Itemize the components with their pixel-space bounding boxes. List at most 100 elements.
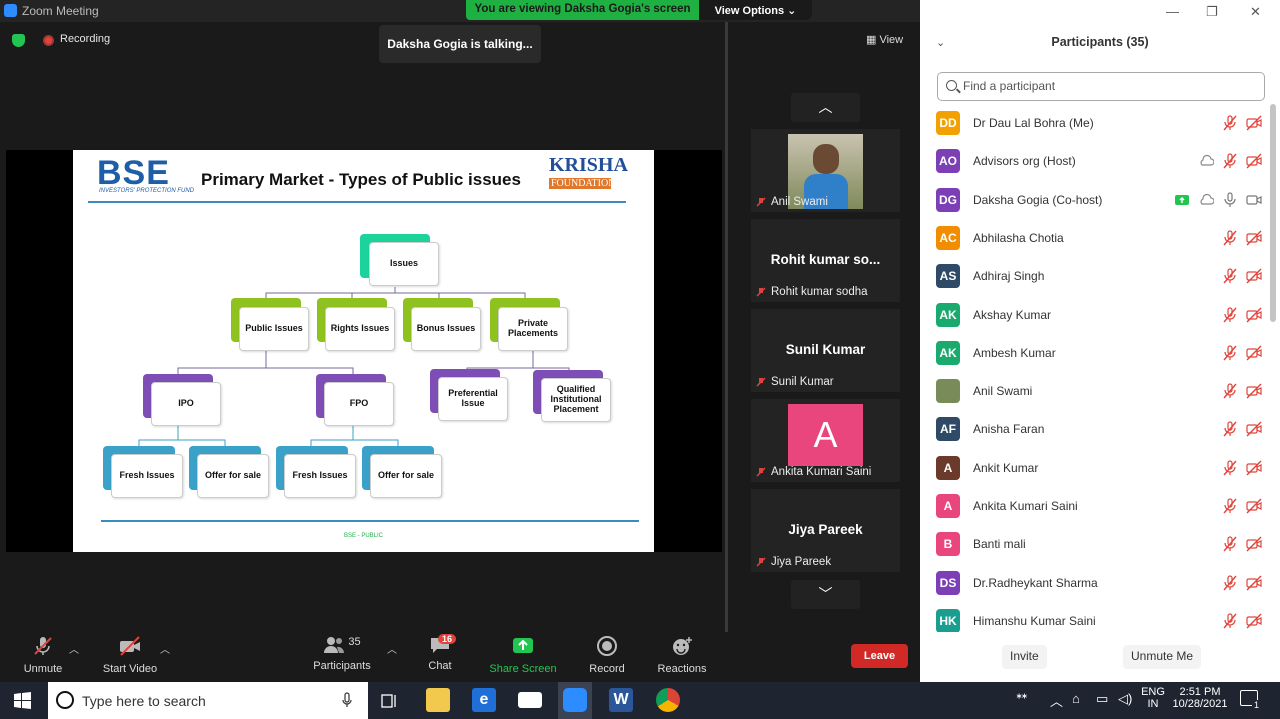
video-tile-big-name: Rohit kumar so... [770,252,881,267]
edge-browser-icon[interactable]: e [472,688,496,712]
participant-row[interactable]: A Ankit Kumar [936,449,1266,487]
video-tile-big-name: Sunil Kumar [785,342,866,357]
muted-mic-icon [1223,421,1237,437]
participant-row[interactable]: AS Adhiraj Singh [936,257,1266,295]
video-tile[interactable]: Jiya Pareek Jiya Pareek [751,489,900,572]
taskbar-search-box[interactable]: Type here to search [48,682,368,719]
windows-taskbar: Type here to search e W ᕯ ︿ ⌂ ▭ ◁) ENG IN… [0,682,1280,719]
video-off-icon [1246,421,1262,437]
participant-name: Dr Dau Lal Bohra (Me) [973,116,1094,130]
panel-divider-handle[interactable] [725,22,728,632]
participant-name: Akshay Kumar [973,307,1052,322]
video-tile[interactable]: Rohit kumar so... Rohit kumar sodha [751,219,900,302]
participant-row[interactable]: AO Advisors org (Host) [936,142,1266,180]
participant-row[interactable]: HK Himanshu Kumar Saini [936,602,1266,632]
participant-row[interactable]: DG Daksha Gogia (Co-host) [936,181,1266,219]
participant-name: Ankita Kumari Saini [973,499,1078,513]
minimize-window-icon[interactable]: — [1166,4,1179,19]
participants-options-caret-icon[interactable]: ︿ [387,641,397,656]
scroll-up-button[interactable]: ︿ [791,93,860,122]
participant-row[interactable]: A Ankita Kumari Saini [936,487,1266,525]
start-video-button[interactable]: Start Video [98,636,162,675]
network-icon[interactable]: ⌂ [1072,691,1080,706]
volume-icon[interactable]: ◁) [1118,691,1132,707]
muted-mic-icon [756,467,766,477]
unmute-me-button[interactable]: Unmute Me [1123,645,1202,669]
muted-mic-icon [1223,345,1237,361]
restore-window-icon[interactable]: ❐ [1206,4,1218,20]
video-tile[interactable]: Sunil Kumar Sunil Kumar [751,309,900,392]
view-options-button[interactable]: View Options ⌄ [699,0,812,20]
participant-row[interactable]: AK Ambesh Kumar [936,334,1266,372]
language-indicator[interactable]: ENG IN [1140,686,1166,710]
participant-name: Banti mali [973,537,1026,552]
scroll-down-button[interactable]: ﹀ [791,580,860,609]
muted-mic-icon [1223,153,1237,169]
active-speaker-indicator: Daksha Gogia is talking... [379,25,541,63]
task-view-icon[interactable] [380,692,398,710]
participant-row[interactable]: AF Anisha Faran [936,410,1266,448]
mic-on-icon [1224,191,1236,207]
participant-name: Anisha Faran [973,422,1045,437]
share-screen-icon [513,638,533,653]
participant-row[interactable]: AC Abhilasha Chotia [936,219,1266,257]
chevron-up-icon: ︿ [818,99,833,115]
muted-mic-icon [1223,460,1237,476]
close-window-icon[interactable]: ✕ [1250,4,1261,20]
participant-row[interactable]: AK Akshay Kumar [936,296,1266,334]
video-off-icon [1246,383,1262,399]
notification-count: 1 [1252,700,1262,710]
microphone-icon[interactable] [342,692,352,708]
leave-button[interactable]: Leave [851,644,908,668]
chat-button[interactable]: 16 Chat [420,634,460,672]
view-button[interactable]: ▦ View [866,33,903,46]
muted-mic-icon [1223,383,1237,399]
avatar: HK [936,608,960,632]
participant-name: Anil Swami [973,384,1033,399]
muted-mic-icon [34,637,52,655]
avatar: DS [936,570,960,595]
security-shield-icon[interactable] [12,34,25,47]
battery-icon[interactable]: ▭ [1096,691,1108,707]
participant-row[interactable]: Anil Swami [936,372,1266,410]
zoom-logo-icon [4,4,17,17]
chrome-browser-icon[interactable] [656,688,680,712]
show-hidden-icons-caret-icon[interactable]: ︿ [1050,691,1063,710]
window-title: Zoom Meeting [22,4,99,18]
zoom-taskbar-button[interactable] [558,682,592,719]
video-on-icon [1246,194,1262,205]
avatar [936,379,960,404]
people-icon[interactable]: ᕯ [1016,691,1028,708]
avatar: DD [936,111,960,135]
file-explorer-icon[interactable] [426,688,450,712]
windows-start-icon[interactable] [14,692,31,709]
participants-button[interactable]: 35 Participants [308,636,376,672]
video-options-caret-icon[interactable]: ︿ [160,641,170,656]
video-tile[interactable]: Anil Swami [751,129,900,212]
video-off-icon [1246,115,1262,131]
clock[interactable]: 2:51 PM 10/28/2021 [1170,686,1230,710]
chevron-down-icon: ﹀ [818,586,833,602]
video-off-icon [1246,230,1262,246]
share-screen-button[interactable]: Share Screen [488,636,558,675]
record-button[interactable]: Record [586,636,628,675]
video-tile[interactable]: A Ankita Kumari Saini [751,399,900,482]
muted-mic-icon [756,557,766,567]
participant-row[interactable]: B Banti mali [936,525,1266,563]
video-tile-name: Sunil Kumar [771,376,834,388]
word-app-icon[interactable]: W [609,688,633,712]
participant-search-input[interactable]: Find a participant [937,72,1265,101]
participant-row[interactable]: DS Dr.Radheykant Sharma [936,564,1266,602]
participant-name: Adhiraj Singh [973,269,1045,284]
participant-list-scrollbar[interactable] [1270,104,1276,322]
audio-options-caret-icon[interactable]: ︿ [69,641,79,656]
avatar: B [936,532,960,557]
viewing-banner: You are viewing Daksha Gogia's screen Vi… [466,0,812,20]
avatar: A [936,455,960,480]
participant-row[interactable]: DD Dr Dau Lal Bohra (Me) [936,104,1266,142]
reactions-button[interactable]: Reactions [655,636,709,675]
invite-button[interactable]: Invite [1002,645,1047,669]
mail-icon[interactable] [518,692,542,708]
chat-unread-badge: 16 [438,634,457,644]
unmute-button[interactable]: Unmute [18,636,68,675]
